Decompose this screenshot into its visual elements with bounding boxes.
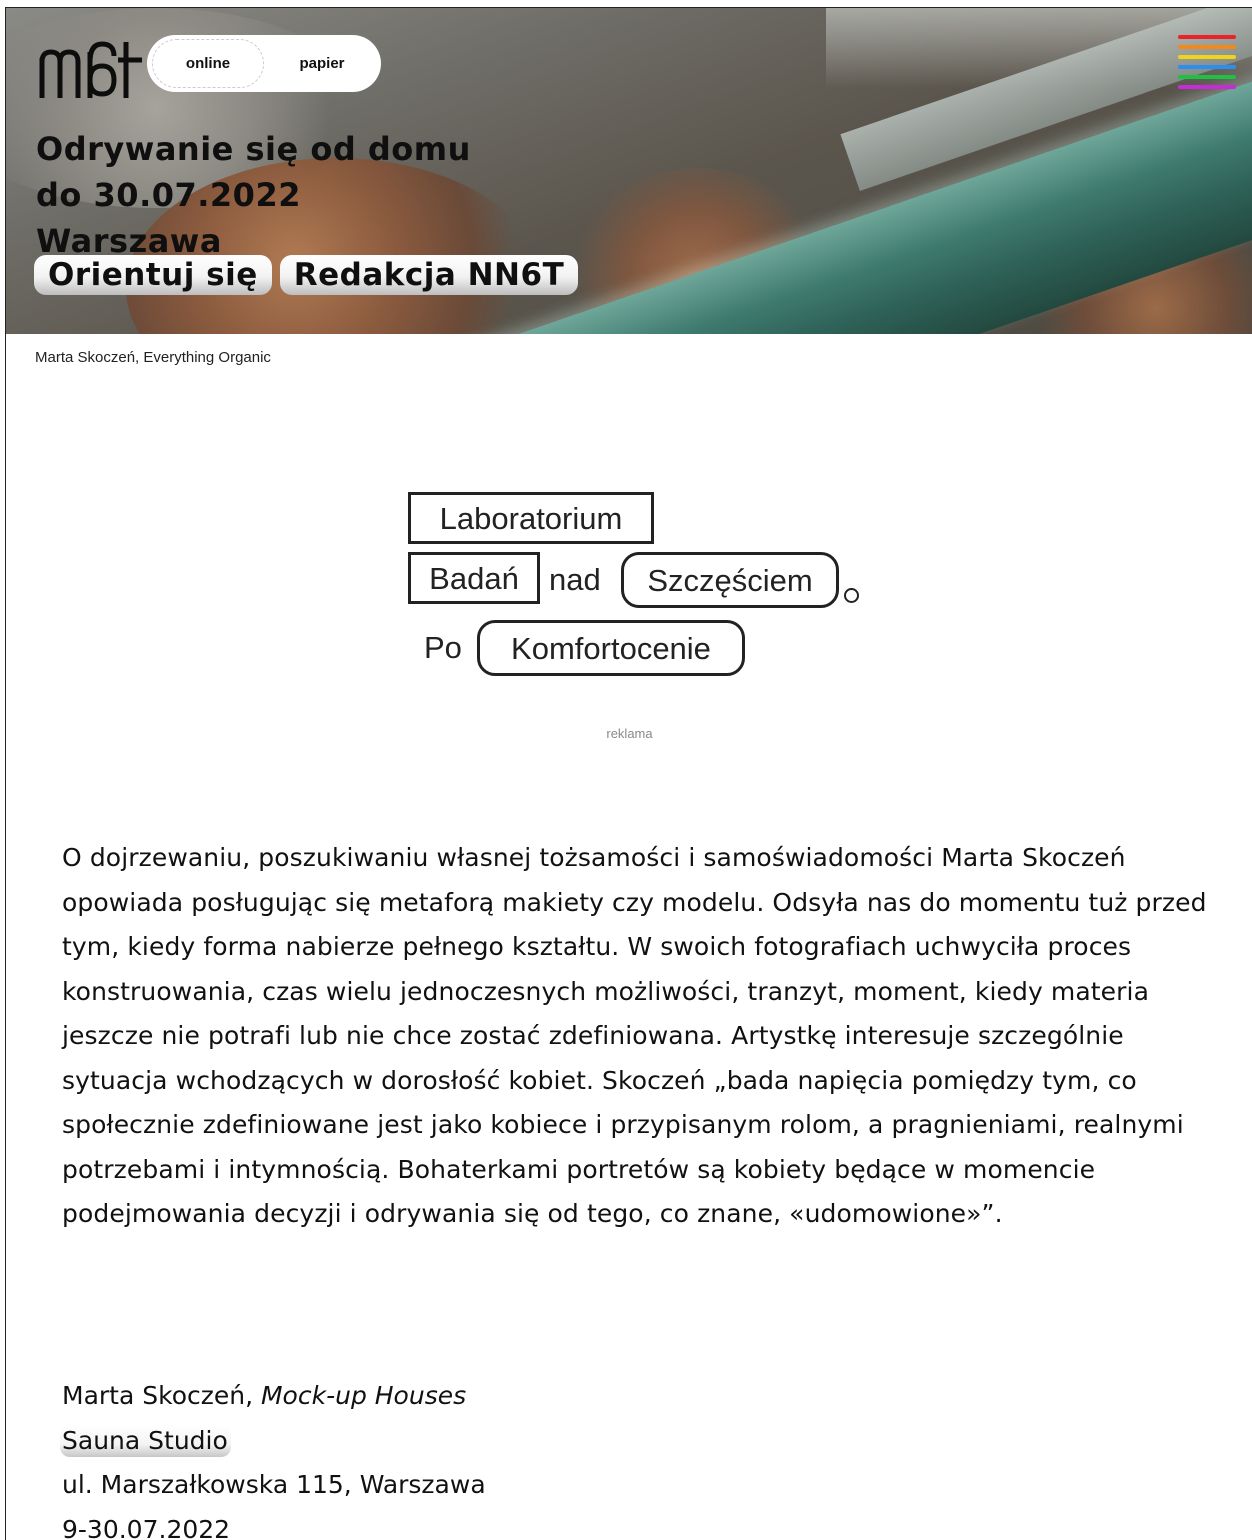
hero-text: Odrywanie się od domu do 30.07.2022 Wars…	[36, 126, 471, 264]
tag-redakcja[interactable]: Redakcja NN6T	[279, 255, 579, 295]
event-date: do 30.07.2022	[36, 176, 301, 214]
ad-text: Laboratorium	[439, 500, 623, 536]
edition-toggle: online papier	[147, 35, 381, 92]
hero-banner: online papier Odrywanie się od domu do 3…	[6, 8, 1252, 334]
toggle-papier-option[interactable]: papier	[269, 39, 375, 88]
venue-link[interactable]: Sauna Studio	[60, 1424, 231, 1457]
ad-circle-icon	[844, 588, 859, 603]
advertisement-banner[interactable]: Laboratorium Badań nad Szczęściem Po Kom…	[408, 488, 878, 688]
ad-text-nad: nad	[549, 562, 601, 597]
artist-line: Marta Skoczeń, Mock-up Houses	[62, 1374, 486, 1419]
ad-text-szczesciem: Szczęściem	[621, 552, 839, 608]
work-title: Mock-up Houses	[260, 1381, 467, 1410]
event-dates: 9-30.07.2022	[62, 1514, 231, 1540]
menu-bar-icon	[1178, 45, 1236, 49]
image-caption: Marta Skoczeń, Everything Organic	[35, 349, 271, 366]
article-title: Odrywanie się od domu	[36, 130, 471, 168]
ad-text-badan: Badań	[408, 552, 540, 604]
menu-bar-icon	[1178, 65, 1236, 69]
hamburger-menu-button[interactable]	[1178, 35, 1236, 95]
menu-bar-icon	[1178, 75, 1236, 79]
page: online papier Odrywanie się od domu do 3…	[5, 7, 1252, 1540]
event-address: ul. Marszałkowska 115, Warszawa	[62, 1470, 486, 1499]
menu-bar-icon	[1178, 35, 1236, 39]
ad-label: reklama	[606, 726, 653, 741]
tag-orientuj-sie[interactable]: Orientuj się	[34, 255, 272, 295]
ad-text: Komfortocenie	[511, 630, 711, 666]
event-info: Marta Skoczeń, Mock-up Houses Sauna Stud…	[60, 1374, 486, 1540]
article-paragraph: O dojrzewaniu, poszukiwaniu własnej tożs…	[62, 843, 1207, 1228]
site-logo[interactable]	[36, 36, 146, 100]
ad-text-laboratorium: Laboratorium	[408, 492, 654, 544]
n6t-logo-icon	[39, 41, 142, 98]
menu-bar-icon	[1178, 85, 1236, 89]
toggle-online-option[interactable]: online	[152, 39, 264, 88]
ad-text-komfortocenie: Komfortocenie	[477, 620, 745, 676]
category-tags: Orientuj się Redakcja NN6T	[34, 255, 579, 295]
menu-bar-icon	[1178, 55, 1236, 59]
artist-name: Marta Skoczeń,	[62, 1381, 261, 1410]
article-body: O dojrzewaniu, poszukiwaniu własnej tożs…	[62, 836, 1212, 1237]
ad-text: Badań	[429, 560, 519, 596]
ad-text-po: Po	[424, 630, 462, 665]
ad-text: Szczęściem	[647, 562, 813, 598]
venue-line: Sauna Studio	[60, 1419, 486, 1464]
